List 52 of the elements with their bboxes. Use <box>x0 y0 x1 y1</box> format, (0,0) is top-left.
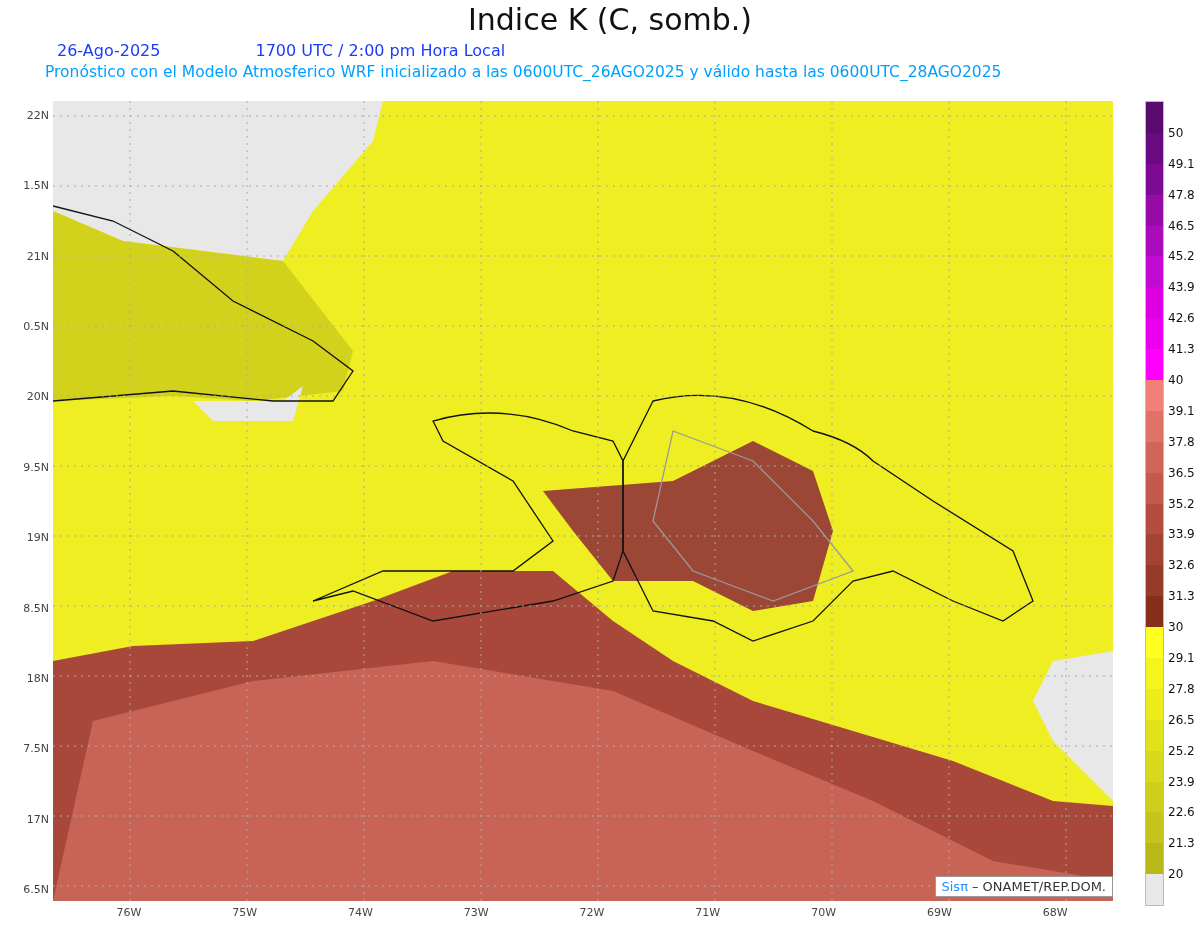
latitude-label: 1.5N <box>23 178 50 195</box>
latitude-label: 20N <box>26 389 50 406</box>
credit-text: – ONAMET/REP.DOM. <box>971 879 1106 894</box>
legend-label: 29.1 <box>1168 651 1195 666</box>
legend-label: 41.3 <box>1168 342 1195 357</box>
legend-label: 37.8 <box>1168 434 1195 449</box>
longitude-label: 76W <box>115 906 143 919</box>
legend-label: 49.1 <box>1168 156 1195 171</box>
legend-label: 27.8 <box>1168 681 1195 696</box>
legend-label: 36.5 <box>1168 465 1195 480</box>
forecast-date: 26-Ago-2025 <box>57 40 161 62</box>
legend-label: 20 <box>1168 867 1184 882</box>
latitude-label: 7.5N <box>23 741 50 758</box>
latitude-label: 17N <box>26 811 50 828</box>
legend-label: 45.2 <box>1168 249 1195 264</box>
legend-label: 39.1 <box>1168 403 1195 418</box>
legend-label: 43.9 <box>1168 280 1195 295</box>
forecast-time: 1700 UTC / 2:00 pm Hora Local <box>255 40 506 62</box>
legend-label: 25.2 <box>1168 743 1195 758</box>
legend-label: 40 <box>1168 373 1184 387</box>
latitude-label: 18N <box>26 670 50 687</box>
latitude-label: 22N <box>26 108 50 124</box>
brand-logo-text: Sisπ <box>941 879 968 894</box>
latitude-label: 8.5N <box>23 600 50 617</box>
latitude-label: 6.5N <box>23 881 50 898</box>
legend-label: 22.6 <box>1168 805 1195 820</box>
latitude-label: 21N <box>26 248 50 265</box>
longitude-label: 75W <box>231 906 259 919</box>
legend-label: 42.6 <box>1168 311 1195 326</box>
chart-title: Indice K (C, somb.) <box>466 1 754 39</box>
longitude-label: 68W <box>1041 906 1069 919</box>
legend-label: 21.3 <box>1168 836 1195 851</box>
legend-label: 31.3 <box>1168 589 1195 604</box>
forecast-subtitle: Pronóstico con el Modelo Atmosferico WRF inicializado a las 0600UTC_26AGO2025 y válido hasta las 0600UTC_28AGO2025 <box>45 62 1003 83</box>
legend-label: 23.9 <box>1168 774 1195 789</box>
longitude-label: 74W <box>347 906 374 919</box>
legend-label: 26.5 <box>1168 712 1195 727</box>
longitude-label: 69W <box>925 906 953 919</box>
legend-label: 30 <box>1168 620 1184 635</box>
latitude-label: 0.5N <box>23 319 50 336</box>
legend-label: 33.9 <box>1168 527 1195 542</box>
legend-label: 47.8 <box>1168 187 1195 202</box>
legend-label: 46.5 <box>1168 218 1195 233</box>
longitude-label: 72W <box>578 906 606 919</box>
legend-label: 35.2 <box>1168 496 1195 511</box>
longitude-label: 71W <box>694 906 722 919</box>
legend-label: 32.6 <box>1168 558 1195 573</box>
latitude-label: 9.5N <box>23 459 50 476</box>
legend-label: 50 <box>1168 125 1184 140</box>
longitude-label: 73W <box>462 906 490 919</box>
latitude-label: 19N <box>26 530 50 547</box>
longitude-label: 70W <box>810 906 837 919</box>
